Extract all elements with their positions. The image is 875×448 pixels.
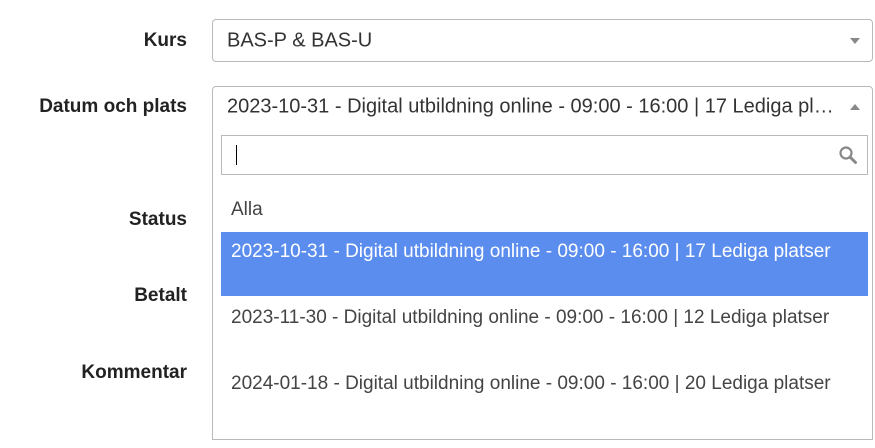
- dropdown-search-input[interactable]: [230, 142, 810, 168]
- dropdown-search-box[interactable]: [221, 135, 868, 175]
- status-label: Status: [128, 209, 187, 230]
- datum-dropdown-panel: Alla 2023-10-31 - Digital utbildning onl…: [212, 126, 873, 440]
- datum-och-plats-label: Datum och plats: [39, 96, 187, 117]
- chevron-down-icon: [850, 37, 860, 44]
- dropdown-option-2023-11-30[interactable]: 2023-11-30 - Digital utbildning online -…: [221, 298, 868, 362]
- search-icon: [839, 146, 857, 164]
- datum-och-plats-select-value: 2023-10-31 - Digital utbildning online -…: [227, 95, 836, 117]
- dropdown-option-alla[interactable]: Alla: [221, 199, 868, 227]
- betalt-label: Betalt: [134, 285, 187, 306]
- dropdown-option-2024-01-18[interactable]: 2024-01-18 - Digital utbildning online -…: [221, 364, 868, 428]
- kurs-label: Kurs: [143, 30, 187, 51]
- chevron-up-icon: [850, 103, 860, 110]
- dropdown-option-2023-10-31[interactable]: 2023-10-31 - Digital utbildning online -…: [221, 232, 868, 296]
- text-cursor: [236, 145, 237, 165]
- kommentar-label: Kommentar: [81, 362, 187, 383]
- kurs-select[interactable]: BAS-P & BAS-U: [212, 19, 873, 62]
- kurs-select-value: BAS-P & BAS-U: [227, 29, 373, 51]
- datum-och-plats-select[interactable]: 2023-10-31 - Digital utbildning online -…: [212, 86, 873, 127]
